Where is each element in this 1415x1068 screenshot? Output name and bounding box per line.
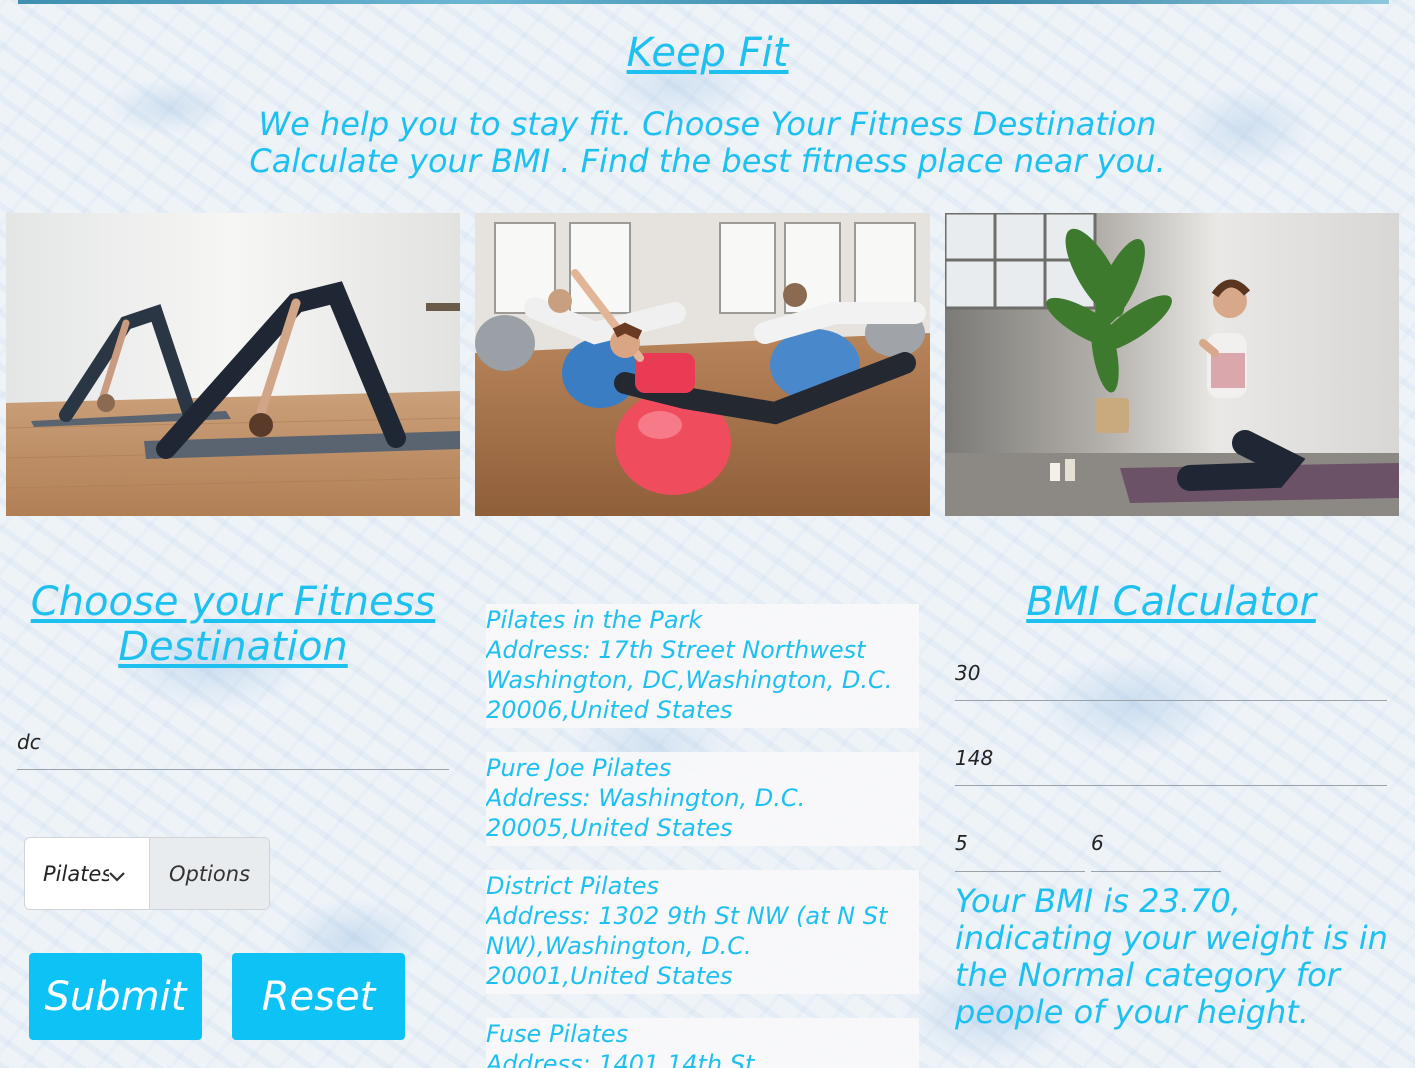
submit-button[interactable]: Submit [29,953,202,1040]
site-title[interactable]: Keep Fit [0,30,1415,76]
chevron-down-icon [109,864,125,888]
activity-select-group[interactable]: Pilates Options [24,837,270,910]
list-item: Pure Joe Pilates Address: Washington, D.… [486,752,919,846]
options-label: Options [149,838,269,909]
meditation-photo [945,213,1399,516]
yoga-downward-dog-photo [6,213,460,516]
reset-button[interactable]: Reset [232,953,405,1040]
tagline-line-1: We help you to stay fit. Choose Your Fit… [258,105,1157,143]
result-address: Address: 1401 14th St [486,1050,755,1068]
pilates-ball-class-photo [475,213,930,516]
result-address: Address: Washington, D.C. 20005,United S… [486,784,806,842]
result-address: Address: 1302 9th St NW (at N St NW),Was… [486,902,888,990]
list-item: Fuse Pilates Address: 1401 14th St [486,1018,919,1068]
result-name: District Pilates [486,872,660,900]
list-item: District Pilates Address: 1302 9th St NW… [486,870,919,994]
result-name: Fuse Pilates [486,1020,629,1048]
list-item: Pilates in the Park Address: 17th Street… [486,604,919,728]
top-banner-strip [18,0,1389,4]
bmi-heading[interactable]: BMI Calculator [955,580,1387,625]
weight-input[interactable] [955,730,1387,786]
height-inches-input[interactable] [1091,815,1221,872]
result-address: Address: 17th Street Northwest Washingto… [486,636,893,724]
result-name: Pilates in the Park [486,606,703,634]
height-feet-input[interactable] [955,815,1085,872]
location-input[interactable] [17,715,449,770]
destination-heading[interactable]: Choose your Fitness Destination [18,580,448,670]
tagline: We help you to stay fit. Choose Your Fit… [0,106,1415,180]
age-input[interactable] [955,645,1387,701]
bmi-result-text: Your BMI is 23.70, indicating your weigh… [955,882,1388,1031]
result-name: Pure Joe Pilates [486,754,672,782]
activity-select[interactable]: Pilates [25,838,149,909]
activity-select-value: Pilates [43,861,109,886]
results-list[interactable]: Pilates in the Park Address: 17th Street… [486,604,919,1068]
tagline-line-2: Calculate your BMI . Find the best fitne… [249,142,1166,180]
